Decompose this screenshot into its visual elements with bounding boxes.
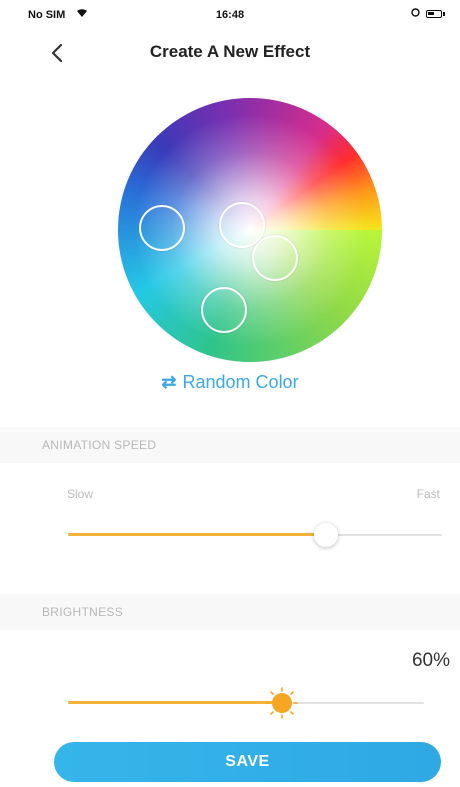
navigation-bar: Create A New Effect [0,30,460,74]
slider-thumb[interactable] [314,523,339,547]
location-icon [411,8,420,20]
shuffle-icon: ⇄ [161,372,177,392]
slider-fill [68,701,282,704]
status-bar: No SIM 16:48 [0,0,460,28]
color-marker-green[interactable] [252,235,298,281]
brightness-heading: BRIGHTNESS [42,605,124,619]
speed-min-label: Slow [67,487,94,501]
animation-speed-header: ANIMATION SPEED [0,427,460,463]
random-color-label: Random Color [182,372,299,392]
page-title: Create A New Effect [149,42,311,61]
clock: 16:48 [215,9,245,21]
slider-thumb[interactable] [271,693,292,713]
brightness-slider[interactable] [68,687,424,719]
random-color-button[interactable]: ⇄ Random Color [0,372,460,393]
color-marker-cyan[interactable] [201,287,247,333]
save-button[interactable]: SAVE [54,742,441,782]
color-wheel[interactable] [118,98,382,362]
slider-fill [68,533,327,536]
animation-speed-heading: ANIMATION SPEED [42,438,157,452]
status-right [411,8,445,20]
brightness-value: 60% [411,650,450,671]
color-marker-purple[interactable] [139,205,185,251]
battery-icon [426,10,445,18]
speed-max-label: Fast [416,487,440,501]
brightness-header: BRIGHTNESS [0,594,460,630]
animation-speed-slider[interactable] [68,520,442,550]
